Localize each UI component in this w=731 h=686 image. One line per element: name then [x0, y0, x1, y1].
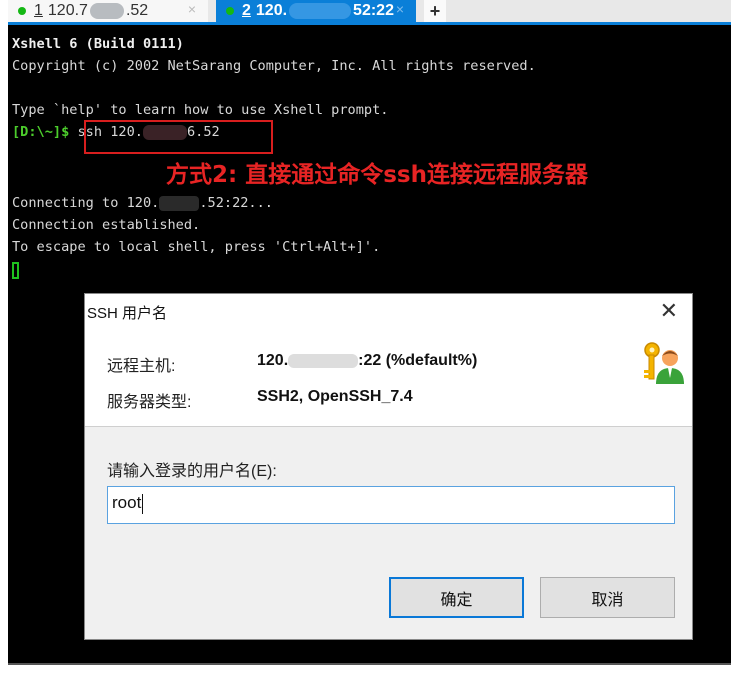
redacted-mask	[288, 353, 359, 368]
tab-bar: 1 120.7 .52 × 2 120. 52:22 × +	[8, 0, 731, 22]
new-tab-button[interactable]: +	[424, 0, 446, 22]
remote-host-label: 远程主机:	[107, 358, 176, 375]
terminal-line: To escape to local shell, press 'Ctrl+Al…	[12, 239, 381, 255]
redacted-mask	[89, 3, 124, 19]
terminal-line: Connection established.	[12, 217, 201, 233]
shell-prompt: [D:\~]$	[12, 124, 70, 140]
terminal-cursor	[12, 262, 19, 279]
tab-number: 2	[242, 2, 251, 19]
tab-label: 120.7	[47, 2, 88, 19]
tab-number: 1	[34, 2, 43, 19]
terminal-line: Xshell 6 (Build 0111)	[12, 36, 184, 52]
host-text: 120.	[257, 352, 289, 369]
tab-session-1[interactable]: 1 120.7 .52 ×	[8, 0, 208, 22]
dialog-info-section: SSH 用户名 ✕ 远程主机: 120. :22 (%default%) 服务器类…	[85, 294, 692, 427]
close-icon[interactable]: ✕	[660, 298, 678, 324]
redacted-mask	[159, 195, 200, 211]
terminal-line: Type `help' to learn how to use Xshell p…	[12, 102, 389, 118]
status-connected-icon	[226, 7, 234, 15]
annotation-text: 方式2: 直接通过命令ssh连接远程服务器	[166, 162, 588, 188]
terminal-text: .52:22...	[199, 195, 273, 211]
highlight-box	[84, 120, 273, 154]
host-text-suffix: :22 (%default%)	[358, 352, 478, 369]
ok-button[interactable]: 确定	[389, 577, 524, 618]
terminal-line: Copyright (c) 2002 NetSarang Computer, I…	[12, 58, 536, 74]
username-value: root	[112, 493, 142, 512]
ssh-username-dialog: SSH 用户名 ✕ 远程主机: 120. :22 (%default%) 服务器类…	[84, 293, 693, 640]
tab-label-suffix: 52:22	[353, 2, 394, 19]
text-caret	[142, 493, 144, 514]
tab-label-suffix: .52	[125, 2, 149, 19]
tab-session-2[interactable]: 2 120. 52:22 ×	[216, 0, 416, 22]
cancel-button[interactable]: 取消	[540, 577, 675, 618]
server-type-label: 服务器类型:	[107, 394, 192, 411]
status-connected-icon	[18, 7, 26, 15]
dialog-title: SSH 用户名	[87, 305, 168, 322]
tab-label: 120.	[255, 2, 288, 19]
username-input[interactable]: root	[107, 486, 675, 524]
tab-close-icon[interactable]: ×	[188, 1, 196, 17]
terminal-line: Connecting to 120. .52:22...	[12, 192, 273, 214]
tab-close-icon[interactable]: ×	[396, 1, 404, 17]
server-type-value: SSH2, OpenSSH_7.4	[257, 388, 413, 405]
user-key-icon	[644, 342, 684, 384]
remote-host-value: 120. :22 (%default%)	[257, 352, 477, 370]
terminal-text: Connecting to 120.	[12, 195, 160, 211]
redacted-mask	[289, 3, 352, 19]
username-prompt-label: 请输入登录的用户名(E):	[107, 463, 277, 480]
